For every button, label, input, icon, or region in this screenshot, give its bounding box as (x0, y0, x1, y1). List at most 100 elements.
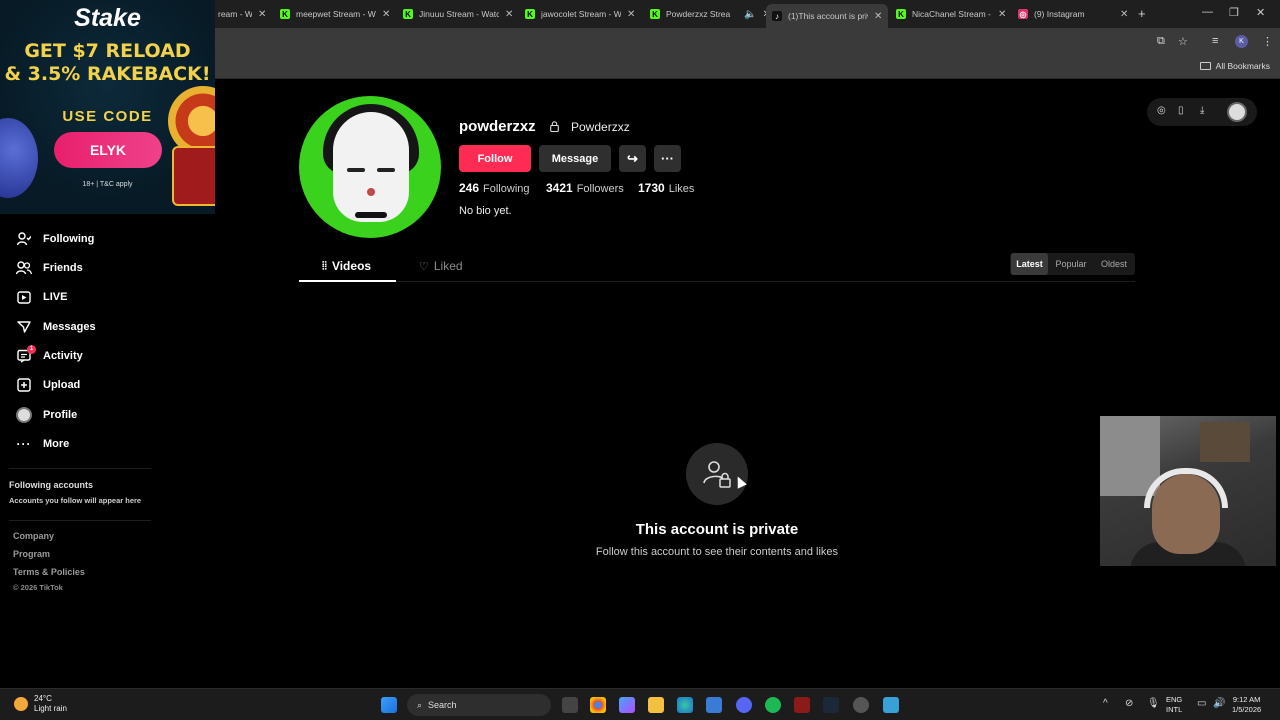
clock[interactable]: 9:12 AM 1/5/2026 (1232, 695, 1261, 715)
profile-icon (15, 407, 33, 423)
microphone-icon[interactable]: 🎙 (1147, 698, 1160, 709)
volume-icon[interactable]: 🔊 (1213, 698, 1225, 709)
user-avatar-icon[interactable] (1227, 102, 1247, 122)
browser-tab[interactable]: Kjawocolet Stream - W ✕ (525, 4, 635, 24)
ellipsis-icon: ··· (661, 151, 674, 166)
friends-icon (15, 261, 33, 275)
following-stat[interactable]: 246 Following (459, 181, 530, 195)
bookmark-star-icon[interactable]: ☆ (1178, 35, 1188, 48)
browser-tab[interactable]: K NicaChanel Stream - ✕ (896, 4, 1006, 24)
upload-icon (15, 378, 33, 392)
mute-icon[interactable]: 🔈 (744, 9, 756, 20)
taskbar-search[interactable]: ⌕ Search (407, 694, 551, 716)
following-accounts-subtitle: Accounts you follow will appear here (9, 496, 142, 505)
tab-videos[interactable]: ⦙⦙ Videos (322, 259, 371, 273)
likes-stat: 1730 Likes (638, 181, 695, 195)
close-tab-icon[interactable]: ✕ (382, 9, 390, 20)
phone-icon[interactable]: ▯ (1178, 105, 1184, 116)
weather-widget[interactable]: 24°C Light rain (14, 694, 67, 714)
sidebar-item-following[interactable]: Following (15, 230, 94, 248)
edge-icon[interactable] (677, 697, 693, 713)
private-account-icon (686, 443, 748, 505)
minimize-icon[interactable]: — (1202, 6, 1213, 18)
avatar-face (333, 112, 409, 222)
folder-icon (1199, 62, 1211, 70)
kick-icon: K (896, 9, 906, 19)
network-icon[interactable]: ⊘ (1125, 698, 1133, 709)
webcam-background (1200, 422, 1250, 462)
avatar-eye (377, 168, 395, 172)
stake-ad-overlay: Stake GET $7 RELOAD & 3.5% RAKEBACK! USE… (0, 0, 215, 214)
more-options-button[interactable]: ··· (654, 145, 681, 172)
install-app-icon[interactable]: ⧉ (1157, 35, 1165, 48)
tiktok-icon: ♪ (772, 11, 782, 21)
private-subtitle: Follow this account to see their content… (595, 546, 839, 558)
tab-liked[interactable]: ♡ Liked (419, 259, 463, 273)
copilot-icon[interactable] (619, 697, 635, 713)
download-icon[interactable]: ⤓ (1200, 105, 1204, 116)
info-icon[interactable]: ◎ (1157, 105, 1166, 116)
browser-tab[interactable]: KPowderzxz Strea🔈✕ (650, 4, 771, 24)
sidebar-item-live[interactable]: LIVE (15, 288, 67, 306)
app-icon[interactable] (853, 697, 869, 713)
windows-start-icon[interactable] (381, 697, 397, 713)
close-tab-icon[interactable]: ✕ (998, 9, 1006, 20)
close-window-icon[interactable]: ✕ (1256, 6, 1265, 19)
media-control-icon[interactable]: ≡ (1212, 35, 1218, 47)
ad-code-label: USE CODE (62, 108, 153, 125)
sidebar-item-more[interactable]: ··· More (15, 435, 70, 453)
browser-menu-icon[interactable]: ⋮ (1262, 35, 1273, 48)
sidebar-item-friends[interactable]: Friends (15, 259, 83, 277)
close-tab-icon[interactable]: ✕ (258, 9, 266, 20)
active-tab-indicator (299, 280, 396, 282)
language-indicator[interactable]: ENG INTL (1166, 695, 1182, 715)
file-explorer-icon[interactable] (648, 697, 664, 713)
sidebar-item-profile[interactable]: Profile (15, 406, 77, 424)
profile-nickname: Powderzxz (571, 120, 630, 134)
steam-icon[interactable] (823, 697, 839, 713)
browser-tab[interactable]: Kmeepwet Stream - W ✕ (280, 4, 390, 24)
sort-oldest[interactable]: Oldest (1094, 253, 1134, 275)
restore-icon[interactable]: ❐ (1229, 6, 1239, 19)
display-icon[interactable]: ▭ (1197, 698, 1206, 709)
followers-stat[interactable]: 3421 Followers (546, 181, 624, 195)
kick-icon: K (525, 9, 535, 19)
sidebar-item-activity[interactable]: 1 Activity (15, 345, 83, 365)
browser-tab-active[interactable]: ♪ (1)This account is priv ✕ (766, 4, 889, 28)
heart-lock-icon: ♡ (419, 260, 429, 273)
new-tab-button[interactable]: + (1138, 6, 1146, 21)
close-tab-icon[interactable]: ✕ (1120, 9, 1128, 20)
more-icon: ··· (16, 437, 32, 451)
app-icon[interactable] (794, 697, 810, 713)
store-icon[interactable] (706, 697, 722, 713)
browser-tab[interactable]: ◎ (9) Instagram ✕ (1018, 4, 1128, 24)
sidebar-item-upload[interactable]: Upload (15, 376, 80, 394)
spotify-icon[interactable] (765, 697, 781, 713)
share-button[interactable]: ↪ (619, 145, 646, 172)
activity-icon: 1 (15, 345, 36, 363)
all-bookmarks-button[interactable]: All Bookmarks (1199, 61, 1270, 71)
tray-chevron-icon[interactable]: ^ (1103, 698, 1108, 709)
close-tab-icon[interactable]: ✕ (505, 9, 513, 20)
sidebar-item-messages[interactable]: Messages (15, 318, 96, 336)
slot-machine-graphic (172, 146, 215, 206)
sort-latest[interactable]: Latest (1011, 253, 1048, 275)
profile-username: powderzxz (459, 118, 536, 135)
search-icon: ⌕ (417, 699, 423, 710)
footer-link-terms[interactable]: Terms & Policies (13, 567, 85, 577)
notification-badge: 1 (27, 345, 36, 354)
notepad-icon[interactable] (883, 697, 899, 713)
close-tab-icon[interactable]: ✕ (627, 9, 635, 20)
profile-avatar[interactable]: K (1235, 35, 1248, 48)
message-button[interactable]: Message (539, 145, 611, 172)
close-tab-icon[interactable]: ✕ (874, 11, 882, 22)
chrome-icon[interactable] (590, 697, 606, 713)
discord-icon[interactable] (736, 697, 752, 713)
ad-brand: Stake (74, 4, 141, 32)
sort-popular[interactable]: Popular (1051, 253, 1091, 275)
browser-tab[interactable]: K Jinuuu Stream - Watc ✕ (403, 4, 513, 24)
browser-tab[interactable]: ream - W ✕ (218, 4, 266, 24)
follow-button[interactable]: Follow (459, 145, 531, 172)
task-view-icon[interactable] (562, 697, 578, 713)
divider (9, 468, 151, 469)
